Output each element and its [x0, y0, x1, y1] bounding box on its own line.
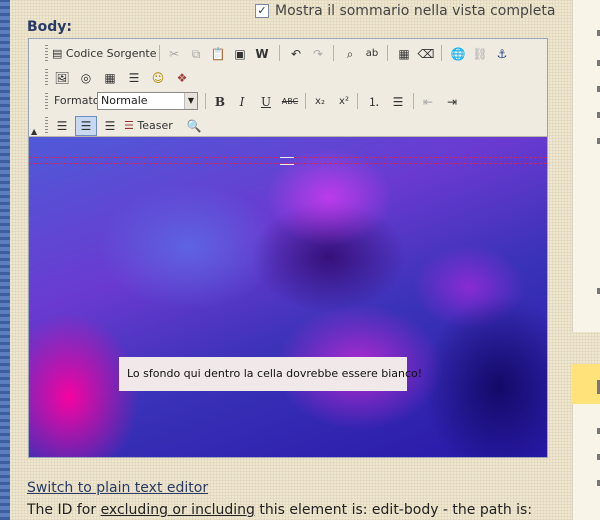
editor-content-area[interactable]: Lo sfondo qui dentro la cella dovrebbe e… — [29, 137, 547, 457]
source-code-label: Codice Sorgente — [65, 47, 157, 60]
cut-icon[interactable]: ✂ — [163, 44, 185, 64]
underline-icon[interactable]: U — [255, 92, 277, 112]
align-right-icon[interactable]: ☰ — [99, 116, 121, 136]
smiley-icon[interactable]: ☺ — [147, 68, 169, 88]
resize-handle[interactable] — [280, 157, 294, 165]
source-icon: ▤ — [52, 47, 63, 60]
preview-icon[interactable]: 🔍 — [183, 116, 205, 136]
paste-icon[interactable]: 📋 — [207, 44, 229, 64]
undo-icon[interactable]: ↶ — [285, 44, 307, 64]
remove-format-icon[interactable]: ⌫ — [415, 44, 437, 64]
bold-icon[interactable]: B — [209, 92, 231, 112]
summary-checkbox-label: Mostra il sommario nella vista completa — [275, 3, 556, 19]
copy-icon[interactable]: ⧉ — [185, 44, 207, 64]
subscript-icon[interactable]: x₂ — [309, 92, 331, 112]
switch-plain-editor-link[interactable]: Switch to plain text editor — [27, 480, 208, 496]
paste-text-icon[interactable]: ▣ — [229, 44, 251, 64]
image-icon[interactable]: 🖼 — [51, 68, 73, 88]
format-select-value: Normale — [101, 94, 148, 107]
redo-icon[interactable]: ↷ — [307, 44, 329, 64]
link-icon[interactable]: 🌐 — [447, 44, 469, 64]
flash-icon[interactable]: ◎ — [75, 68, 97, 88]
source-code-button[interactable]: ▤ Codice Sorgente — [51, 44, 157, 64]
select-all-icon[interactable]: ▦ — [393, 44, 415, 64]
body-field-label: Body: — [27, 19, 73, 35]
toolbar-row-2: 🖼 ◎ ▦ ☰ ☺ ❖ — [29, 65, 547, 89]
teaser-label: Teaser — [137, 119, 173, 132]
table-icon[interactable]: ▦ — [99, 68, 121, 88]
bullet-list-icon[interactable]: ☰ — [387, 92, 409, 112]
anchor-icon[interactable]: ⚓ — [491, 44, 513, 64]
indent-icon[interactable]: ⇥ — [441, 92, 463, 112]
teaser-button[interactable]: ☰ Teaser — [123, 116, 181, 136]
toolbar-grip — [45, 117, 48, 133]
format-label: Formato — [54, 94, 100, 107]
toolbar-grip — [45, 69, 48, 85]
teaser-icon: ☰ — [124, 119, 134, 132]
toolbar-grip — [45, 45, 48, 61]
align-left-icon[interactable]: ☰ — [51, 116, 73, 136]
toolbar-row-4: ☰ ☰ ☰ ☰ Teaser 🔍 — [29, 113, 547, 137]
italic-icon[interactable]: I — [231, 92, 253, 112]
toolbar-row-1: ▤ Codice Sorgente ✂ ⧉ 📋 ▣ W ↶ ↷ ⌕ ab ▦ ⌫… — [29, 41, 547, 65]
strikethrough-icon[interactable]: ABC — [279, 92, 301, 112]
superscript-icon[interactable]: x² — [333, 92, 355, 112]
align-center-icon[interactable]: ☰ — [75, 116, 97, 136]
id-info-prefix: The ID for — [27, 502, 101, 518]
right-sidebar-panel — [572, 0, 600, 332]
rich-text-editor: ▤ Codice Sorgente ✂ ⧉ 📋 ▣ W ↶ ↷ ⌕ ab ▦ ⌫… — [28, 38, 548, 458]
find-icon[interactable]: ⌕ — [339, 44, 361, 64]
special-char-icon[interactable]: ❖ — [171, 68, 193, 88]
format-select[interactable]: Normale ▼ — [97, 92, 198, 110]
table-cell[interactable]: Lo sfondo qui dentro la cella dovrebbe e… — [119, 357, 422, 391]
toolbar-grip — [45, 93, 48, 109]
ordered-list-icon[interactable]: ⒈ — [363, 92, 385, 112]
id-info-suffix: this element is: edit-body - the path is… — [254, 502, 533, 518]
outdent-icon[interactable]: ⇤ — [417, 92, 439, 112]
toolbar-row-3: Formato Normale ▼ B I U ABC x₂ x² ⒈ ☰ ⇤ … — [29, 89, 547, 113]
element-id-info: The ID for excluding or including this e… — [27, 502, 532, 518]
sticky-note — [572, 364, 600, 404]
collapse-toolbar-icon[interactable]: ▲ — [31, 127, 37, 136]
exclude-include-link[interactable]: excluding or including — [101, 502, 255, 518]
horizontal-rule-icon[interactable]: ☰ — [123, 68, 145, 88]
paste-word-icon[interactable]: W — [251, 44, 273, 64]
editor-toolbar: ▤ Codice Sorgente ✂ ⧉ 📋 ▣ W ↶ ↷ ⌕ ab ▦ ⌫… — [29, 39, 547, 137]
page-left-border — [0, 0, 10, 520]
summary-checkbox[interactable]: ✓ — [255, 4, 269, 18]
replace-icon[interactable]: ab — [361, 44, 383, 64]
chevron-down-icon: ▼ — [184, 93, 197, 109]
unlink-icon[interactable]: ⛓ — [469, 44, 491, 64]
